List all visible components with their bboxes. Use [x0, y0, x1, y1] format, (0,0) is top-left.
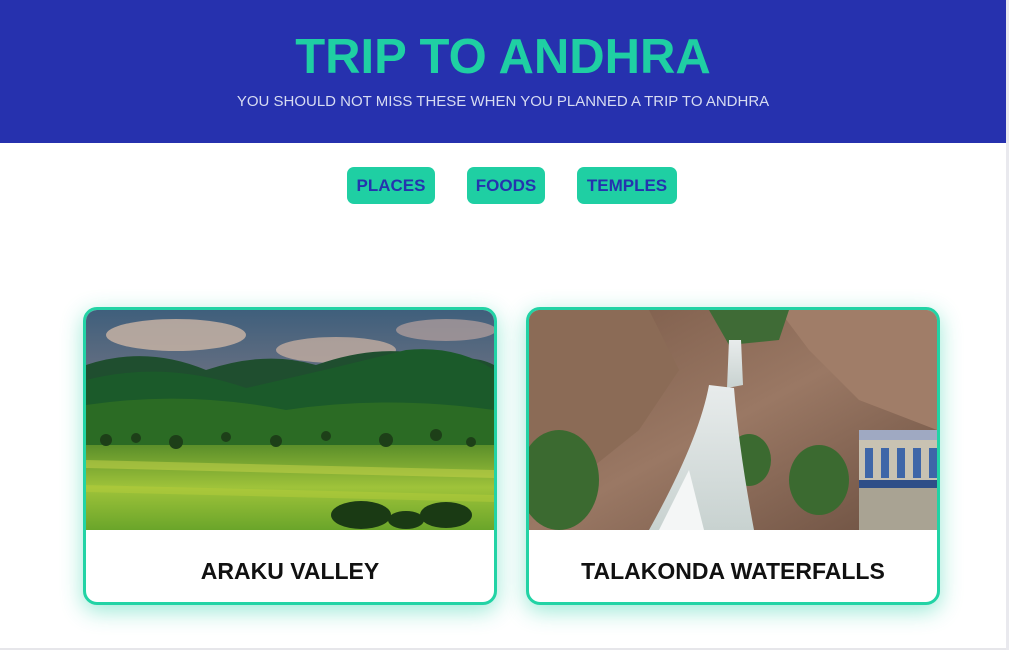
talakonda-waterfalls-image	[529, 310, 937, 530]
nav-foods-button[interactable]: FOODS	[467, 167, 545, 204]
araku-valley-image	[86, 310, 494, 530]
page-title: TRIP TO ANDHRA	[295, 30, 711, 84]
card-title: ARAKU VALLEY	[200, 558, 380, 584]
site-header: TRIP TO ANDHRA YOU SHOULD NOT MISS THESE…	[0, 0, 1006, 143]
place-card-araku-valley[interactable]: ARAKU VALLEY	[83, 307, 497, 605]
nav-places-button[interactable]: PLACES	[347, 167, 435, 204]
category-nav: PLACES FOODS TEMPLES	[0, 167, 1006, 204]
page-subtitle: YOU SHOULD NOT MISS THESE WHEN YOU PLANN…	[236, 93, 770, 110]
page: TRIP TO ANDHRA YOU SHOULD NOT MISS THESE…	[0, 0, 1009, 650]
place-card-talakonda-waterfalls[interactable]: TALAKONDA WATERFALLS	[526, 307, 940, 605]
card-title: TALAKONDA WATERFALLS	[581, 558, 885, 584]
nav-temples-button[interactable]: TEMPLES	[577, 167, 677, 204]
